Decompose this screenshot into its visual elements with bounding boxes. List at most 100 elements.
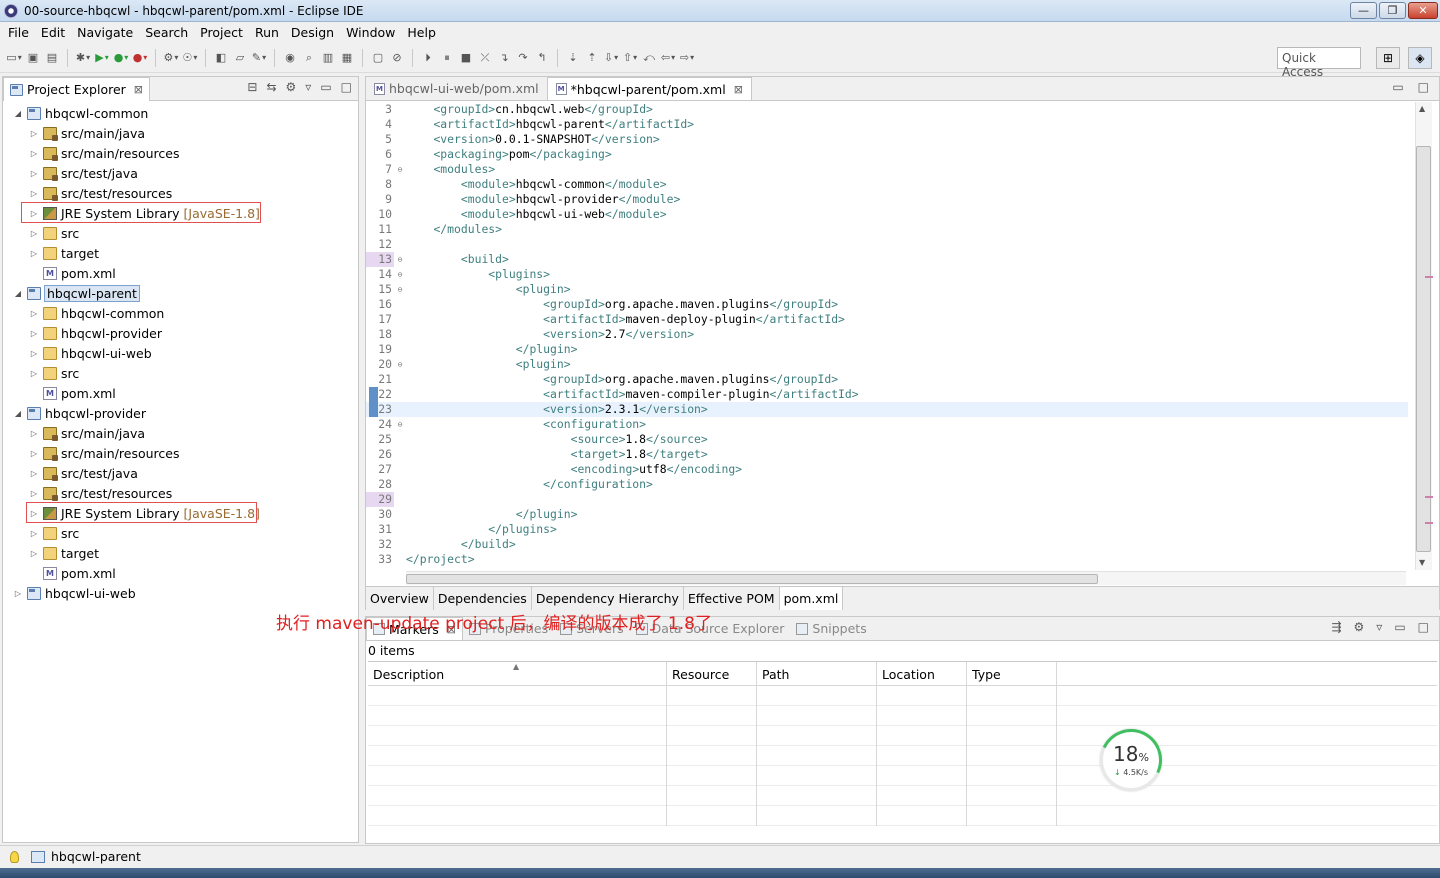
scroll-down-icon[interactable]: ▼ [1419,558,1425,567]
code-line[interactable]: 18 <version>2.7</version> [366,327,1408,342]
collapsed-arrow-icon[interactable]: ▷ [29,549,39,558]
tree-node[interactable]: ▷ JRE System Library [JavaSE-1.8] [3,502,358,523]
overview-ruler-mark[interactable] [1425,276,1433,278]
open-folder-icon[interactable]: ▱ [232,50,248,66]
tree-project-node[interactable]: ◢ hbqcwl-parent [3,283,358,303]
menu-edit[interactable]: Edit [35,25,71,40]
tree-node[interactable]: Mpom.xml [3,263,358,283]
tree-project-node[interactable]: ◢ hbqcwl-common [3,103,358,123]
code-line[interactable]: 27 <encoding>utf8</encoding> [366,462,1408,477]
link-with-editor-icon[interactable]: ⇆ [266,80,276,94]
save-icon[interactable]: ▣ [25,50,41,66]
restore-button[interactable]: ❐ [1379,2,1406,19]
code-line[interactable]: 19 </plugin> [366,342,1408,357]
toggle-block-icon[interactable]: ▦ [339,50,355,66]
tree-node[interactable]: ▷ src/test/java [3,463,358,483]
minimize-button[interactable]: — [1350,2,1377,19]
fold-icon[interactable]: ⊖ [394,162,406,177]
terminate-icon[interactable]: ■ [458,50,474,66]
menu-file[interactable]: File [2,25,35,40]
quick-access-input[interactable]: Quick Access [1277,47,1361,79]
column-resource[interactable]: Resource [667,662,757,686]
code-line[interactable]: 6 <packaging>pom</packaging> [366,147,1408,162]
tree-node[interactable]: ▷ src/test/resources [3,483,358,503]
expanded-arrow-icon[interactable]: ◢ [13,109,23,118]
scroll-up-icon[interactable]: ▲ [1419,104,1425,113]
minimize-view-icon[interactable]: ▭ [1394,620,1405,634]
back-icon[interactable]: ⇦ [660,50,676,66]
fold-icon[interactable]: ⊖ [394,417,406,432]
tree-node[interactable]: ▷ src [3,523,358,543]
collapsed-arrow-icon[interactable]: ▷ [29,349,39,358]
code-line[interactable]: 33 </project> [366,552,1408,567]
tree-node[interactable]: ▷ JRE System Library [JavaSE-1.8] [3,202,358,223]
code-editor[interactable]: 3 <groupId>cn.hbqcwl.web</groupId> 4 <art… [366,102,1408,570]
focus-icon[interactable]: ⚙ [286,80,297,94]
menu-help[interactable]: Help [401,25,442,40]
collapsed-arrow-icon[interactable]: ▷ [29,469,39,478]
collapsed-arrow-icon[interactable]: ▷ [29,329,39,338]
new-java-class-icon[interactable]: ☉ [182,50,198,66]
next-annotation-icon[interactable]: ⇣ [565,50,581,66]
new-icon[interactable]: ▭ [6,50,22,66]
maximize-editor-icon[interactable]: □ [1418,80,1429,94]
tree-node[interactable]: ▷ src/main/resources [3,143,358,163]
vertical-scrollbar[interactable]: ▲ ▼ [1407,102,1439,570]
overview-ruler-mark[interactable] [1425,522,1433,524]
code-line[interactable]: 10 <module>hbqcwl-ui-web</module> [366,207,1408,222]
minimize-editor-icon[interactable]: ▭ [1392,80,1403,94]
code-line[interactable]: 12 [366,237,1408,252]
close-icon[interactable]: ⊠ [734,83,743,96]
column-description[interactable]: Description ▲ [368,662,667,686]
menu-search[interactable]: Search [139,25,194,40]
resume-icon[interactable]: ⏵ [420,50,436,66]
tree-node[interactable]: ▷ hbqcwl-provider [3,323,358,343]
code-line[interactable]: 15 ⊖ <plugin> [366,282,1408,297]
tree-node[interactable]: ▷ hbqcwl-ui-web [3,343,358,363]
last-edit-icon[interactable]: ⤺ [641,50,657,66]
code-line[interactable]: 13 ⊖ <build> [366,252,1408,267]
expanded-arrow-icon[interactable]: ◢ [13,289,23,298]
collapsed-arrow-icon[interactable]: ▷ [29,129,39,138]
tab-parent-pom[interactable]: M *hbqcwl-parent/pom.xml ⊠ [546,77,752,100]
tree-project-node[interactable]: ◢ hbqcwl-provider [3,403,358,423]
code-line[interactable]: 4 <artifactId>hbqcwl-parent</artifactId> [366,117,1408,132]
collapsed-arrow-icon[interactable]: ▷ [29,249,39,258]
collapsed-arrow-icon[interactable]: ▷ [29,529,39,538]
collapsed-arrow-icon[interactable]: ▷ [29,309,39,318]
prev-edit-icon[interactable]: ⇧ [622,50,638,66]
code-line[interactable]: 23 <version>2.3.1</version> [366,402,1408,417]
expanded-arrow-icon[interactable]: ◢ [13,409,23,418]
code-line[interactable]: 8 <module>hbqcwl-common</module> [366,177,1408,192]
collapsed-arrow-icon[interactable]: ▷ [29,169,39,178]
code-line[interactable]: 29 [366,492,1408,507]
tree-node[interactable]: ▷ src/main/java [3,123,358,143]
collapsed-arrow-icon[interactable]: ▷ [29,369,39,378]
tree-node[interactable]: ▷ target [3,543,358,563]
tab-ui-web-pom[interactable]: M hbqcwl-ui-web/pom.xml [366,77,547,100]
run-icon[interactable]: ▶ [94,50,110,66]
tab-dependencies[interactable]: Dependencies [434,587,532,610]
code-line[interactable]: 11 </modules> [366,222,1408,237]
suspend-icon[interactable]: ⏸ [439,50,455,66]
column-location[interactable]: Location [877,662,967,686]
tab-project-explorer[interactable]: Project Explorer ⊠ [3,77,151,101]
fold-icon[interactable]: ⊖ [394,252,406,267]
tree-node[interactable]: Mpom.xml [3,383,358,403]
menu-window[interactable]: Window [340,25,401,40]
tree-node[interactable]: ▷ src/main/resources [3,443,358,463]
collapse-all-icon[interactable]: ⊟ [247,80,257,94]
collapsed-arrow-icon[interactable]: ▷ [13,589,23,598]
open-type-icon[interactable]: ◧ [213,50,229,66]
step-into-icon[interactable]: ↴ [496,50,512,66]
code-line[interactable]: 26 <target>1.8</target> [366,447,1408,462]
code-line[interactable]: 3 <groupId>cn.hbqcwl.web</groupId> [366,102,1408,117]
tab-overview[interactable]: Overview [366,587,434,610]
collapsed-arrow-icon[interactable]: ▷ [29,189,39,198]
new-server-icon[interactable]: ⚙ [163,50,179,66]
maximize-view-icon[interactable]: □ [1418,620,1429,634]
skip-breakpoints-icon[interactable]: ⊘ [389,50,405,66]
code-line[interactable]: 32 </build> [366,537,1408,552]
step-over-icon[interactable]: ↷ [515,50,531,66]
menu-design[interactable]: Design [285,25,340,40]
